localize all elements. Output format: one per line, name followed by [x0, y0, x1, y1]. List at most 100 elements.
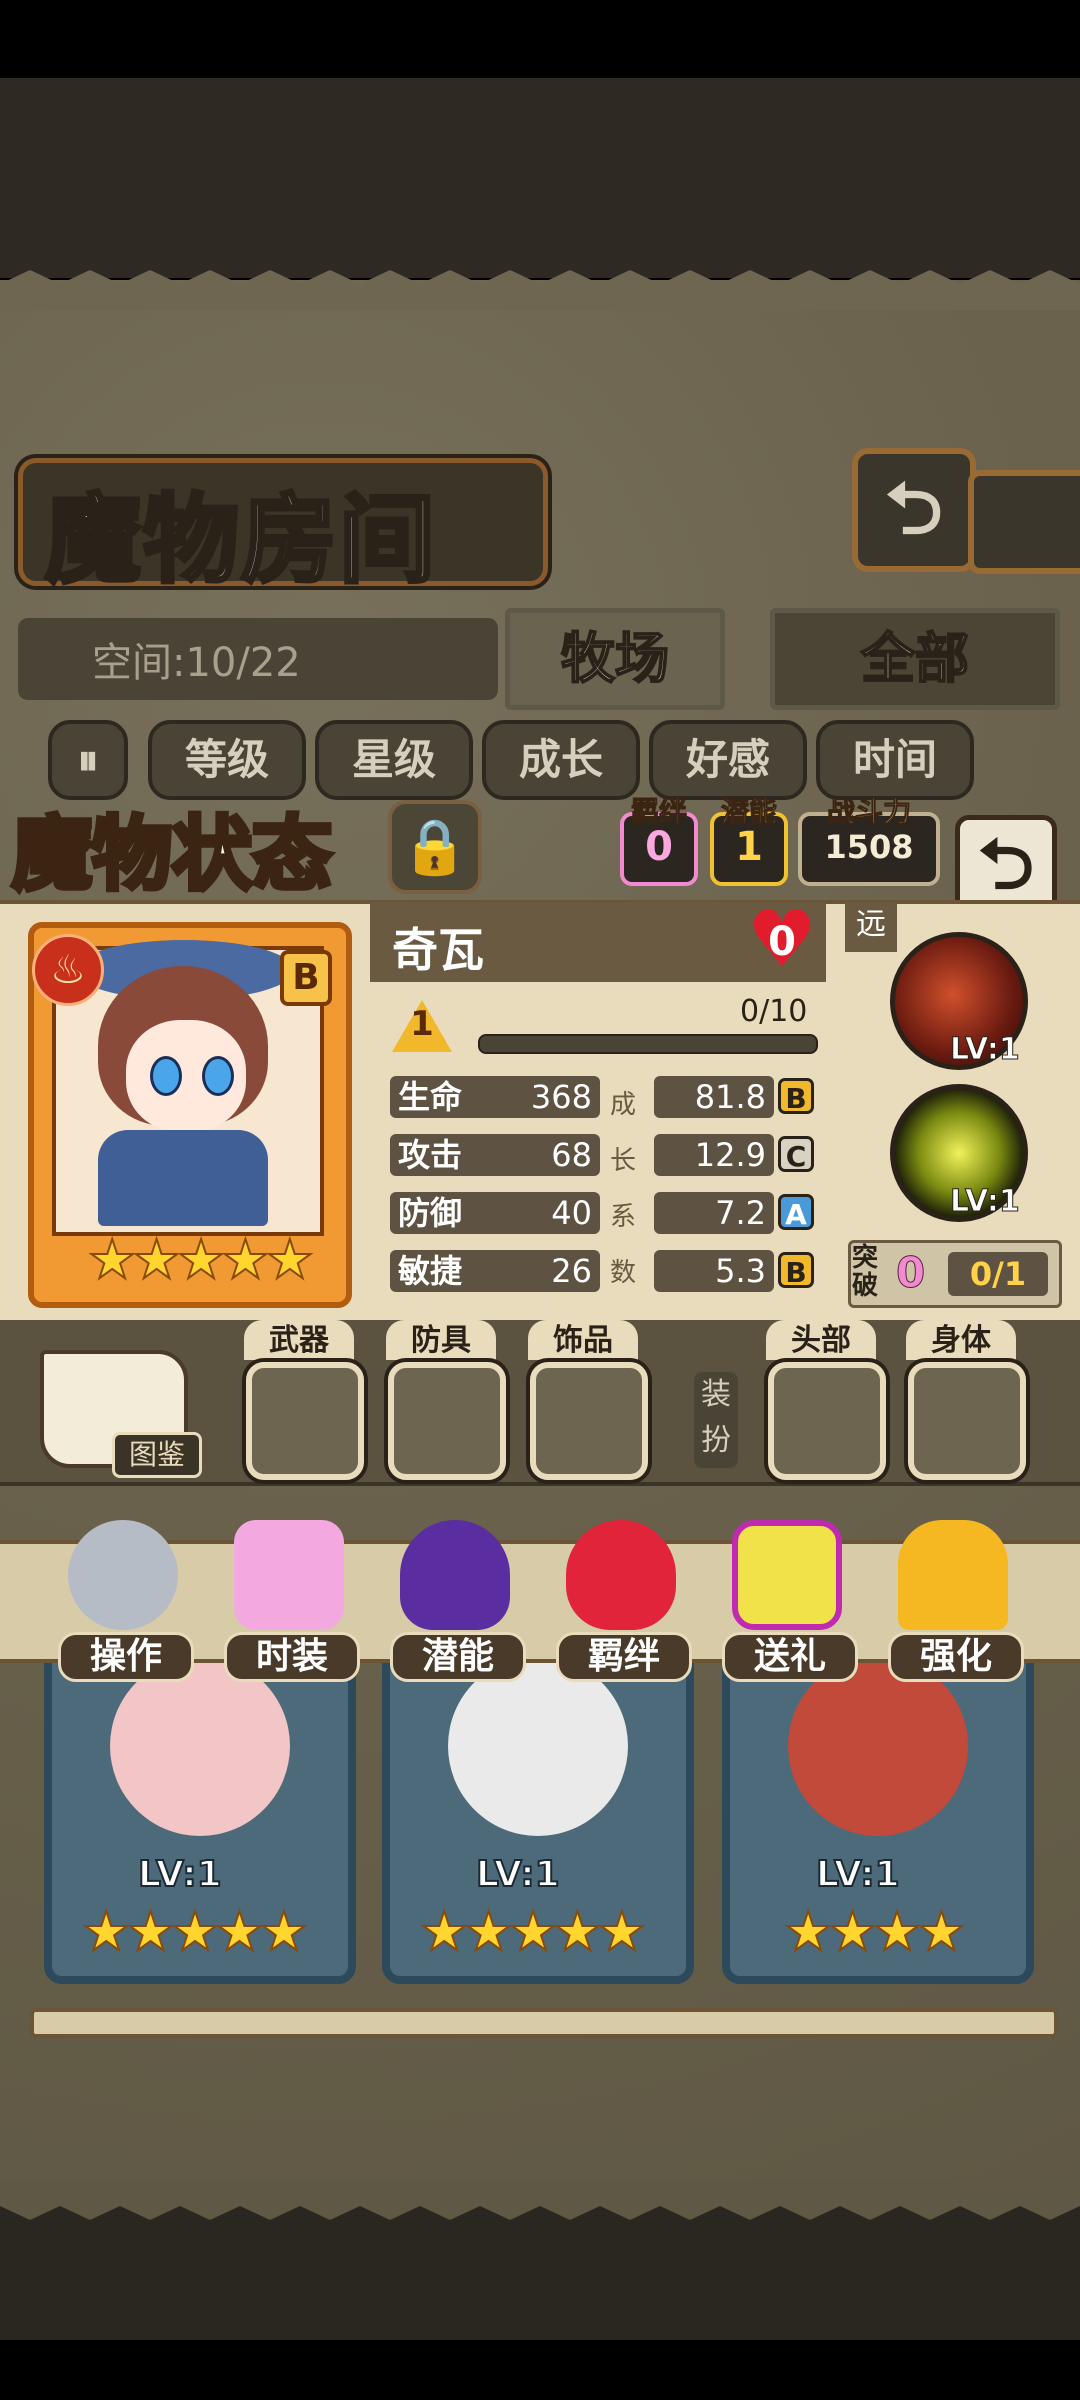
- stat-row-hp: 生命 368 81.8 B: [390, 1076, 814, 1120]
- slot-label-body: 身体: [906, 1320, 1016, 1360]
- armor-slot[interactable]: [388, 1362, 506, 1480]
- page-title: 魔物房间: [43, 482, 437, 598]
- growth-side-label: 系: [610, 1202, 637, 1232]
- status-title: 魔物状态: [10, 806, 335, 904]
- stat-row-defense: 防御 40 7.2 A: [390, 1192, 814, 1236]
- sort-star[interactable]: 星级: [315, 720, 473, 800]
- potential-label: 潜能: [720, 795, 777, 829]
- action-enhance-button[interactable]: 强化: [888, 1520, 1024, 1682]
- top-background: [0, 78, 1080, 278]
- power-label: 战斗力: [826, 795, 911, 829]
- monster-name: 奇瓦: [392, 923, 484, 977]
- stat-value: 40: [551, 1194, 592, 1232]
- affection-value: 0: [768, 919, 796, 965]
- star-rating: ★★★★★: [87, 1227, 315, 1292]
- sort-order-icon[interactable]: ⏸: [48, 720, 128, 800]
- action-outfit-button[interactable]: 时装: [224, 1520, 360, 1682]
- demon-silhouette-icon: [400, 1520, 510, 1630]
- sort-growth[interactable]: 成长: [482, 720, 640, 800]
- sort-time[interactable]: 时间: [816, 720, 974, 800]
- action-operate-button[interactable]: 操作: [58, 1520, 194, 1682]
- card-portrait: [110, 1656, 290, 1836]
- growth-value: 12.9: [654, 1134, 774, 1176]
- action-label: 操作: [58, 1632, 194, 1682]
- character-eye: [202, 1056, 234, 1096]
- level-value: 1: [410, 1004, 434, 1044]
- breakthrough-label: 突破: [852, 1243, 879, 1301]
- gift-box-icon: [732, 1520, 842, 1630]
- action-label: 羁绊: [556, 1632, 692, 1682]
- upgrade-arrows-icon: [898, 1520, 1008, 1630]
- stat-value: 68: [551, 1136, 592, 1174]
- exp-bar: [478, 1034, 818, 1054]
- potential-counter: 潜能 1: [710, 795, 788, 886]
- list-rail: [30, 2008, 1058, 2038]
- stat-row-agility: 敏捷 26 5.3 B: [390, 1250, 814, 1294]
- slot-label-armor: 防具: [386, 1320, 496, 1360]
- card-level: LV:1: [475, 1853, 561, 1896]
- head-slot[interactable]: [768, 1362, 886, 1480]
- action-bond-button[interactable]: 羁绊: [556, 1520, 692, 1682]
- weapon-slot[interactable]: [246, 1362, 364, 1480]
- action-label: 送礼: [722, 1632, 858, 1682]
- skill-level: LV:1: [950, 1184, 1021, 1220]
- body-slot[interactable]: [908, 1362, 1026, 1480]
- tab-ranch[interactable]: 牧场: [505, 608, 725, 710]
- action-label: 时装: [224, 1632, 360, 1682]
- tab-all[interactable]: 全部: [770, 608, 1060, 710]
- card-level: LV:1: [815, 1853, 901, 1896]
- stat-row-attack: 攻击 68 12.9 C: [390, 1134, 814, 1178]
- growth-value: 5.3: [654, 1250, 774, 1292]
- card-stars: ★★★★★: [81, 1899, 309, 1964]
- action-potential-button[interactable]: 潜能: [390, 1520, 526, 1682]
- hearts-icon: [566, 1520, 676, 1630]
- card-stars: ★★★★★: [419, 1899, 647, 1964]
- card-portrait: [788, 1656, 968, 1836]
- stat-value: 368: [530, 1078, 592, 1116]
- sort-bar: ⏸ 等级 星级 成长 好感 时间: [30, 720, 1070, 800]
- rank-badge: B: [280, 950, 332, 1006]
- slot-label-accessory: 饰品: [528, 1320, 638, 1360]
- growth-value: 7.2: [654, 1192, 774, 1234]
- collection-label: 图鉴: [112, 1432, 202, 1478]
- growth-side-label: 数: [610, 1258, 637, 1288]
- sort-level[interactable]: 等级: [148, 720, 306, 800]
- outfit-icon: [234, 1520, 344, 1630]
- growth-side-label: 成: [610, 1090, 637, 1120]
- character-body: [98, 1130, 268, 1226]
- growth-grade: C: [778, 1136, 814, 1173]
- slot-label-head: 头部: [766, 1320, 876, 1360]
- gear-icon: [68, 1520, 178, 1630]
- sort-affection[interactable]: 好感: [649, 720, 807, 800]
- card-level: LV:1: [137, 1853, 223, 1896]
- character-eye: [150, 1056, 182, 1096]
- side-tab[interactable]: [968, 470, 1080, 574]
- breakthrough-progress: 0/1: [948, 1252, 1048, 1296]
- bond-label: 羁绊: [630, 795, 687, 829]
- growth-value: 81.8: [654, 1076, 774, 1118]
- range-flag: 远: [845, 902, 897, 952]
- growth-grade: A: [778, 1194, 814, 1231]
- padlock-icon[interactable]: 🔒: [388, 800, 482, 894]
- slot-label-weapon: 武器: [244, 1320, 354, 1360]
- action-gift-button[interactable]: 送礼: [722, 1520, 858, 1682]
- breakthrough-value: 0: [895, 1248, 926, 1298]
- power-counter: 战斗力 1508: [798, 795, 940, 886]
- card-portrait: [448, 1656, 628, 1836]
- growth-grade: B: [778, 1078, 814, 1115]
- torn-edge-top: [0, 270, 1080, 310]
- space-counter: 空间:10/22: [92, 640, 301, 686]
- action-label: 强化: [888, 1632, 1024, 1682]
- stat-value: 26: [551, 1252, 592, 1290]
- bond-counter: 羁绊 0: [620, 795, 698, 886]
- growth-grade: B: [778, 1252, 814, 1289]
- return-arrow-icon[interactable]: ⮌: [852, 448, 976, 572]
- skill-level: LV:1: [950, 1032, 1021, 1068]
- exp-text: 0/10: [740, 994, 808, 1029]
- card-stars: ★★★★: [783, 1899, 967, 1964]
- accessory-slot[interactable]: [530, 1362, 648, 1480]
- fire-icon: ♨: [32, 934, 104, 1006]
- growth-side-label: 长: [610, 1146, 637, 1176]
- dress-label: 装扮: [694, 1372, 738, 1468]
- torn-edge-bottom: [0, 2180, 1080, 2220]
